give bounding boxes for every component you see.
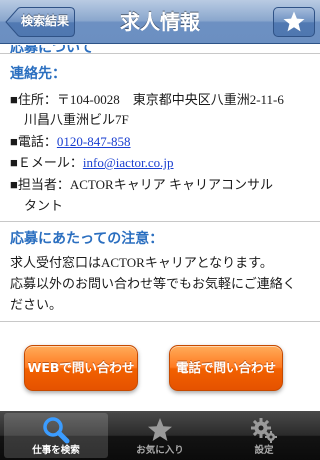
tab-bar: 仕事を検索 お気に入り 設定	[0, 411, 320, 460]
divider	[0, 321, 320, 322]
address-row: ■住所：〒104-0028 東京都中央区八重洲2-11-6	[10, 92, 284, 108]
section-title-contact: 連絡先：	[10, 66, 66, 82]
email-label: Ｅメール：	[17, 156, 83, 171]
email-link[interactable]: info@iactor.co.jp	[83, 155, 174, 170]
tab-settings-label: 設定	[254, 445, 274, 456]
person-line2: タント	[24, 198, 64, 213]
phone-link[interactable]: 0120-847-858	[57, 134, 131, 149]
phone-label: 電話：	[17, 135, 57, 150]
person-line1: ACTORキャリア キャリアコンサル	[69, 177, 273, 192]
person-label: 担当者：	[17, 178, 70, 193]
section-title-application: 応募について	[10, 45, 94, 56]
address-line2: 川昌八重洲ビル7F	[24, 112, 129, 127]
divider	[0, 221, 320, 222]
tab-favorites[interactable]: お気に入り	[108, 413, 212, 458]
address-line1: 〒104-0028 東京都中央区八重洲2-11-6	[56, 92, 284, 107]
web-inquiry-button[interactable]: WEBで問い合わせ	[24, 345, 138, 391]
address-label: 住所：	[17, 93, 57, 108]
email-row: ■Ｅメール：info@iactor.co.jp	[10, 155, 174, 171]
magnifier-icon	[43, 417, 70, 444]
gear-icon	[251, 418, 277, 443]
tab-job-search[interactable]: 仕事を検索	[4, 413, 108, 458]
star-icon	[148, 418, 172, 441]
job-detail-content[interactable]: 応募について 連絡先： ■住所：〒104-0028 東京都中央区八重洲2-11-…	[0, 45, 320, 410]
divider	[0, 53, 320, 54]
notice-line3: ださい。	[10, 297, 63, 312]
notice-line1: 求人受付窓口はACTORキャリアとなります。	[10, 255, 273, 270]
navigation-bar: 検索結果 求人情報	[0, 0, 320, 44]
favorite-button[interactable]	[273, 7, 315, 37]
tab-job-search-label: 仕事を検索	[32, 445, 80, 456]
tab-favorites-label: お気に入り	[136, 445, 184, 456]
tab-settings[interactable]: 設定	[212, 413, 316, 458]
page-title: 求人情報	[120, 10, 200, 34]
section-title-notice: 応募にあたっての注意：	[10, 231, 164, 247]
star-icon	[283, 11, 305, 32]
phone-inquiry-button[interactable]: 電話で問い合わせ	[169, 345, 283, 391]
person-row: ■担当者：ACTORキャリア キャリアコンサル	[10, 177, 273, 193]
phone-row: ■電話：0120-847-858	[10, 134, 131, 150]
notice-line2: 応募以外のお問い合わせ等でもお気軽にご連絡く	[10, 276, 296, 291]
